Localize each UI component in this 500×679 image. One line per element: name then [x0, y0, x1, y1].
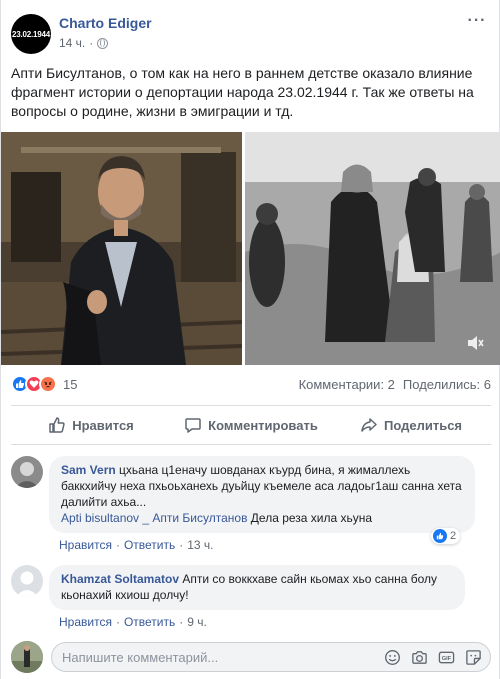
comment-bubble: Khamzat Soltamatov Апти со воккхаве сайн…: [49, 565, 465, 610]
comment-composer: GIF: [11, 640, 491, 674]
share-button[interactable]: Поделиться: [331, 407, 491, 443]
post-text: Апти Бисултанов, о том как на него в ран…: [11, 65, 474, 119]
avatar[interactable]: [11, 456, 43, 488]
more-options-button[interactable]: ···: [463, 12, 491, 32]
like-button-label: Нравится: [72, 417, 134, 433]
shares-count-link[interactable]: Поделились: 6: [403, 377, 491, 392]
post-timestamp[interactable]: 14 ч.: [59, 36, 85, 50]
comment-author[interactable]: Sam Vern: [61, 463, 116, 477]
post-header: 23.02.1944 Charto Ediger 14 ч. · ···: [11, 12, 491, 56]
like-button[interactable]: Нравится: [11, 407, 171, 443]
emoji-icon[interactable]: [383, 648, 401, 666]
comment-timestamp[interactable]: 13 ч.: [187, 538, 213, 552]
comment-item: Sam Vern цхьана ц1еначу шовданах къурд б…: [11, 456, 491, 556]
globe-icon[interactable]: [97, 37, 109, 49]
share-button-label: Поделиться: [383, 417, 463, 433]
comment-reply-link[interactable]: Ответить: [124, 538, 175, 552]
comment-meta: Нравится · Ответить · 13 ч.: [59, 538, 214, 552]
post-card: 23.02.1944 Charto Ediger 14 ч. · ··· Апт…: [0, 0, 500, 679]
svg-text:GIF: GIF: [441, 656, 451, 662]
post-meta: 14 ч. ·: [59, 36, 109, 50]
divider: [11, 405, 491, 406]
share-icon: [361, 418, 377, 432]
angry-reaction-icon: [39, 375, 57, 393]
comment-like-link[interactable]: Нравится: [59, 538, 112, 552]
comment-reply-text: Дела реза хила хьуна: [250, 511, 373, 525]
camera-icon[interactable]: [410, 648, 428, 666]
divider: [11, 444, 491, 445]
reactions-bar: 15 Комментарии: 2 Поделились: 6: [11, 374, 491, 396]
gif-icon[interactable]: GIF: [437, 648, 455, 666]
avatar[interactable]: [11, 641, 43, 673]
post-actions: Нравится Комментировать Поделиться: [11, 407, 491, 443]
comment-like-link[interactable]: Нравится: [59, 615, 112, 629]
meta-separator: ·: [115, 538, 120, 552]
post-images: [1, 132, 500, 365]
comment-like-badge[interactable]: 2: [431, 528, 461, 544]
comment-icon: [185, 418, 201, 433]
comments-count-link[interactable]: Комментарии: 2: [299, 377, 395, 392]
portrait-photo[interactable]: [1, 132, 242, 365]
page-avatar[interactable]: 23.02.1944: [11, 14, 51, 54]
thumbs-up-icon: [49, 417, 65, 433]
comment-meta: Нравится · Ответить · 9 ч.: [59, 615, 207, 629]
comment-like-count: 2: [450, 530, 457, 542]
sticker-icon[interactable]: [464, 648, 482, 666]
comment-mention[interactable]: Apti bisultanov _ Апти Бисултанов: [61, 511, 247, 525]
comment-button-label: Комментировать: [208, 417, 318, 433]
comment-item: Khamzat Soltamatov Апти со воккхаве сайн…: [11, 565, 491, 635]
comment-timestamp[interactable]: 9 ч.: [187, 615, 207, 629]
comment-input-wrap: GIF: [51, 642, 491, 672]
meta-separator: ·: [89, 36, 94, 50]
meta-separator: ·: [179, 538, 184, 552]
like-reaction-icon: [433, 529, 447, 543]
reactions-summary[interactable]: 15: [11, 375, 77, 393]
deportation-photo[interactable]: [245, 132, 500, 365]
comment-bubble: Sam Vern цхьана ц1еначу шовданах къурд б…: [49, 456, 475, 533]
comment-text: цхьана ц1еначу шовданах къурд бина, я жи…: [61, 463, 462, 509]
comment-author[interactable]: Khamzat Soltamatov: [61, 572, 179, 586]
comment-reply-link[interactable]: Ответить: [124, 615, 175, 629]
comment-button[interactable]: Комментировать: [171, 407, 331, 443]
meta-separator: ·: [115, 615, 120, 629]
meta-separator: ·: [179, 615, 184, 629]
volume-muted-icon[interactable]: [465, 333, 485, 353]
avatar[interactable]: [11, 565, 43, 597]
reaction-count: 15: [63, 376, 78, 392]
comment-input[interactable]: [62, 643, 362, 671]
post-author-name[interactable]: Charto Ediger: [59, 15, 152, 31]
